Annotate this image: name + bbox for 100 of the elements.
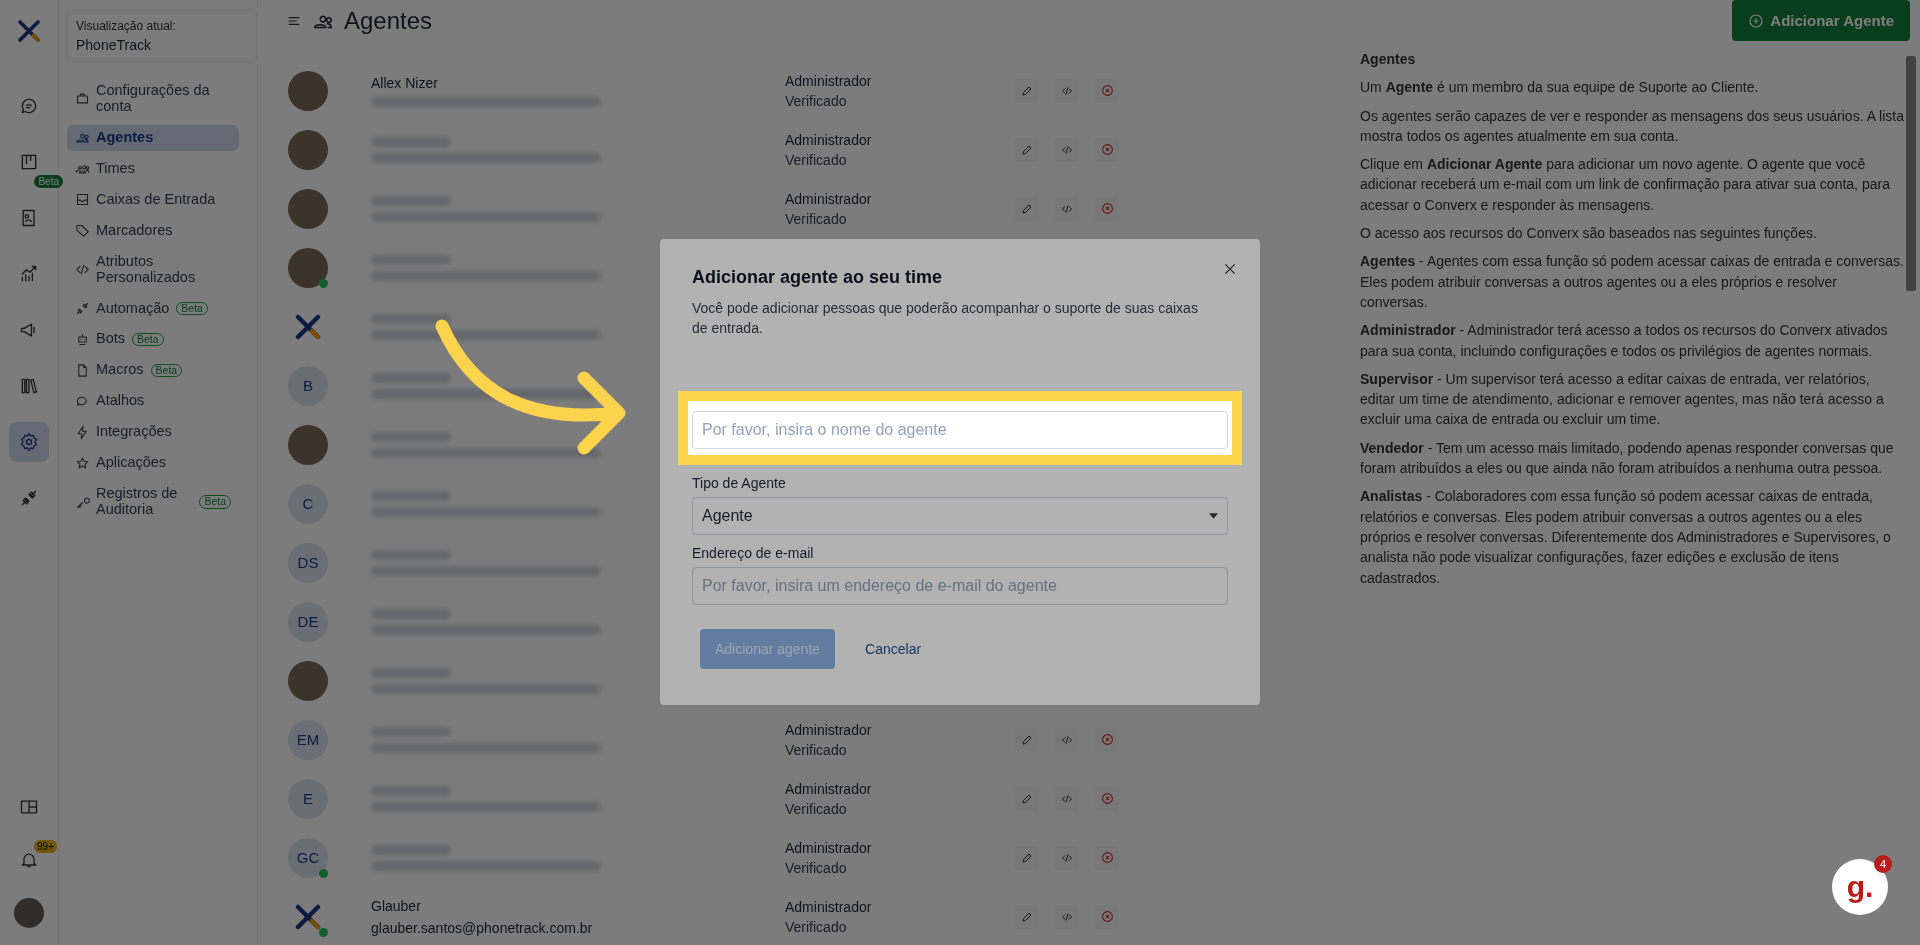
verification-status: Verificado	[785, 918, 848, 935]
pencil-icon	[1021, 851, 1033, 864]
code-icon	[1061, 202, 1073, 215]
initials-avatar: EM	[288, 719, 328, 760]
agent-name: Glauber	[371, 897, 422, 914]
input-field[interactable]: Por favor, insira o nome do agente	[692, 410, 1228, 449]
pencil-icon	[1021, 733, 1033, 746]
close-circle-icon	[1100, 202, 1114, 215]
sidebar-item[interactable]: Atalhos	[67, 388, 239, 415]
modal-description: Você pode adicionar pessoas que poderão acompanhar o suporte de suas caixas de entrada.	[692, 299, 1199, 339]
briefcase-icon	[75, 91, 90, 107]
sidebar-item[interactable]: Atributos Personalizados	[67, 248, 239, 291]
pencil-icon	[1021, 202, 1033, 215]
help-paragraph: Agentes - Agentes com essa função só podem acessar caixas de entrada e conversas. Eles podem atribuir conversas a outros agentes ou a eles próprios e resolver conversas.	[1360, 252, 1905, 312]
view-label: Visualização atual:	[76, 19, 177, 33]
code-icon	[1061, 792, 1073, 805]
help-paragraph: Vendedor - Tem um acesso mais limitado, podendo apenas responder conversas que foram atribuídos a eles ou que ainda não foram atribuídos a nenhuma outra pessoa.	[1360, 438, 1895, 479]
delete-button[interactable]	[1095, 196, 1119, 221]
pencil-icon	[1021, 84, 1033, 97]
code-icon	[1061, 84, 1073, 97]
verification-status: Verificado	[785, 151, 848, 168]
edit-button[interactable]	[1015, 137, 1039, 162]
integrations-icon	[19, 488, 39, 508]
verification-status: Verificado	[785, 741, 848, 758]
edit-button[interactable]	[1015, 786, 1039, 811]
pencil-icon	[1021, 910, 1033, 923]
agent-role: Administrador	[785, 721, 873, 738]
tag-icon	[75, 223, 90, 239]
modal-title: Adicionar agente ao seu time	[692, 267, 944, 288]
close-circle-icon	[1100, 792, 1114, 805]
key-icon	[75, 494, 90, 510]
agent-role: Administrador	[785, 72, 873, 89]
inbox-icon	[75, 192, 90, 208]
code-button[interactable]	[1055, 786, 1079, 811]
help-paragraph: Clique em Adicionar Agente para adicionar um novo agente. O agente que você adicionar receberá um e-mail com um link de confirmação para ativar sua conta, para acessar o Converx e responder às mensagens.	[1360, 155, 1891, 215]
settings-nav-button[interactable]	[9, 422, 49, 462]
close-circle-icon	[1100, 733, 1114, 746]
user-avatar[interactable]	[14, 898, 44, 928]
account-switcher[interactable]: Visualização atual: PhoneTrack	[67, 10, 257, 62]
delete-button[interactable]	[1095, 845, 1119, 870]
close-circle-icon	[1100, 910, 1114, 923]
help-title: Agentes	[1360, 50, 1417, 69]
code-button[interactable]	[1055, 845, 1079, 870]
sidebar-item[interactable]: Bots Beta	[67, 326, 239, 353]
sidebar-item[interactable]: Times	[67, 155, 239, 182]
sidebar-item[interactable]: Automação Beta	[67, 295, 239, 322]
sidebar-item[interactable]: Registros de Auditoria Beta	[67, 481, 239, 523]
agent-email: glauber.santos@phonetrack.com.br	[371, 919, 594, 936]
close-circle-icon	[1100, 84, 1114, 97]
verification-status: Verificado	[785, 859, 848, 876]
edit-button[interactable]	[1015, 727, 1039, 752]
bot-icon	[75, 331, 90, 347]
code-button[interactable]	[1055, 137, 1079, 162]
select-field[interactable]: Agente	[692, 496, 1228, 535]
settings-icon	[19, 432, 39, 452]
sidebar-item[interactable]: Caixas de Entrada	[67, 186, 239, 213]
help-paragraph: O acesso aos recursos do Converx são baseados nas seguintes funções.	[1360, 224, 1818, 244]
verification-status: Verificado	[785, 800, 848, 817]
cancel-button[interactable]: Cancelar	[861, 636, 926, 661]
avatar-photo-placeholder	[288, 247, 328, 288]
code-button[interactable]	[1055, 904, 1079, 929]
account-name: PhoneTrack	[76, 37, 152, 53]
code-button[interactable]	[1055, 78, 1079, 103]
agent-role: Administrador	[785, 131, 873, 148]
pencil-icon	[1021, 792, 1033, 805]
close-circle-icon	[1100, 851, 1114, 864]
sidebar-item[interactable]: Aplicações	[67, 450, 239, 477]
add-agent-button[interactable]: Adicionar Agente	[1732, 0, 1910, 41]
edit-button[interactable]	[1015, 845, 1039, 870]
sidebar-item[interactable]: Marcadores	[67, 217, 239, 244]
plus-circle-icon	[1748, 12, 1765, 29]
beta-badge: Beta	[34, 175, 63, 188]
delete-button[interactable]	[1095, 904, 1119, 929]
code-button[interactable]	[1055, 727, 1079, 752]
edit-button[interactable]	[1015, 78, 1039, 103]
help-paragraph: Os agentes serão capazes de ver e responder as mensagens dos seus usuários. A lista mostra todos os agentes atualmente em sua conta.	[1360, 106, 1905, 146]
field-label: Tipo de Agente	[692, 474, 787, 491]
kanban-icon	[19, 152, 39, 172]
bolt-icon	[75, 424, 90, 440]
edit-button[interactable]	[1015, 196, 1039, 221]
scrollbar[interactable]	[1906, 56, 1916, 291]
initials-avatar: DE	[288, 601, 328, 642]
delete-button[interactable]	[1095, 137, 1119, 162]
reports-icon	[19, 264, 39, 284]
input-field[interactable]: Por favor, insira um endereço de e-mail do agente	[692, 566, 1228, 605]
sidebar-item[interactable]: Integrações	[67, 419, 239, 446]
delete-button[interactable]	[1095, 786, 1119, 811]
unread-count-badge: 4	[1874, 855, 1892, 873]
code-icon	[1061, 733, 1073, 746]
sidebar-item[interactable]: Agentes	[67, 124, 239, 151]
sidebar-item[interactable]: Configurações da conta	[67, 78, 239, 120]
agent-name: Allex Nizer	[371, 74, 439, 91]
pencil-icon	[1021, 143, 1033, 156]
delete-button[interactable]	[1095, 78, 1119, 103]
code-button[interactable]	[1055, 196, 1079, 221]
code-icon	[1061, 851, 1073, 864]
close-icon[interactable]	[1222, 261, 1238, 277]
edit-button[interactable]	[1015, 904, 1039, 929]
sidebar-item[interactable]: Macros Beta	[67, 357, 239, 384]
delete-button[interactable]	[1095, 727, 1119, 752]
